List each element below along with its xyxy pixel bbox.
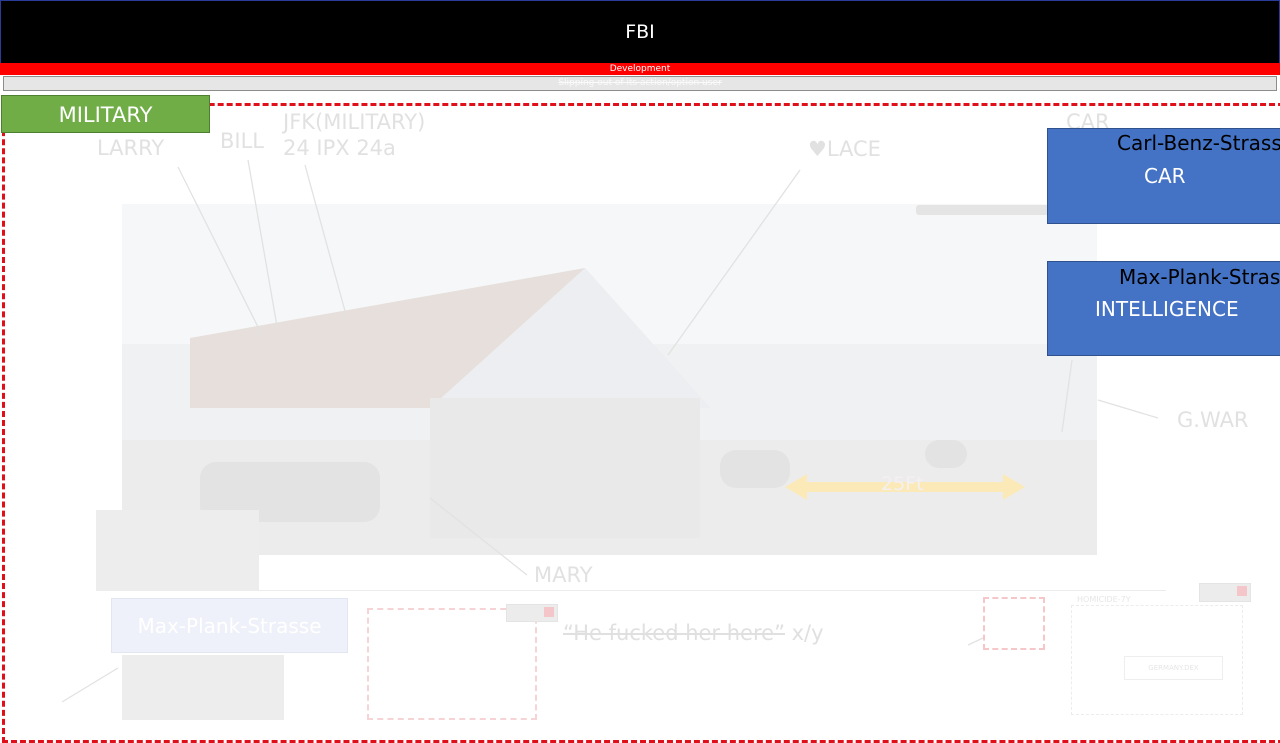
- intelligence-box-street: Max-Plank-Strasse: [1119, 265, 1280, 289]
- intelligence-box: Max-Plank-Strasse INTELLIGENCE: [1047, 261, 1280, 356]
- car-box-label: CAR: [1144, 164, 1186, 188]
- page-title: FBI: [625, 21, 655, 43]
- military-badge: MILITARY: [1, 95, 210, 133]
- car-box: Carl-Benz-Strasse CAR: [1047, 128, 1280, 224]
- car-box-street: Carl-Benz-Strasse: [1117, 131, 1280, 155]
- intelligence-box-label: INTELLIGENCE: [1095, 297, 1239, 321]
- status-label: Development: [609, 64, 671, 74]
- sub-bar-label: Slipping out of its action/option user: [558, 78, 722, 88]
